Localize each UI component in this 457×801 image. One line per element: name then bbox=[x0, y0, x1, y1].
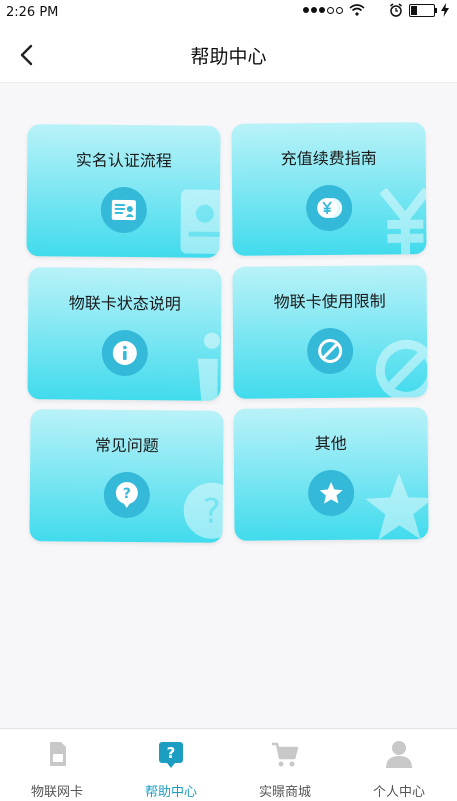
signal-icon bbox=[303, 6, 343, 14]
bottom-tab-bar: 物联网卡 ? 帮助中心 实暻商城 个人中心 bbox=[0, 728, 457, 801]
prohibited-watermark-icon bbox=[375, 339, 428, 399]
question-bubble-icon: ? bbox=[115, 481, 138, 508]
certificate-icon bbox=[111, 199, 136, 221]
tab-shop[interactable]: 实暻商城 bbox=[228, 729, 342, 801]
charging-icon bbox=[441, 3, 449, 17]
cart-icon bbox=[272, 742, 299, 767]
yen-coin-icon bbox=[317, 197, 343, 219]
star-watermark-icon bbox=[365, 473, 429, 540]
card-title: 物联卡状态说明 bbox=[68, 293, 181, 314]
help-icon: ? bbox=[159, 742, 183, 768]
alarm-icon bbox=[390, 3, 402, 17]
card-faq[interactable]: ? 常见问题 ? bbox=[29, 409, 224, 543]
card-title: 常见问题 bbox=[94, 435, 159, 456]
card-iot-card-restrictions[interactable]: 物联卡使用限制 bbox=[232, 265, 428, 399]
tab-label: 物联网卡 bbox=[30, 785, 83, 800]
card-title: 充值续费指南 bbox=[280, 148, 377, 169]
card-iot-card-status[interactable]: 物联卡状态说明 bbox=[27, 267, 222, 401]
yen-watermark-icon bbox=[379, 188, 427, 256]
card-icon-badge bbox=[306, 327, 354, 375]
card-title: 实名认证流程 bbox=[75, 150, 172, 171]
info-watermark-icon bbox=[197, 332, 220, 401]
card-icon-badge bbox=[305, 184, 353, 232]
svg-text:?: ? bbox=[167, 744, 176, 762]
card-recharge-guide[interactable]: 充值续费指南 bbox=[231, 122, 427, 256]
question-watermark-icon: ? bbox=[183, 482, 224, 539]
tab-label: 帮助中心 bbox=[144, 785, 197, 800]
card-real-name-verification[interactable]: 实名认证流程 bbox=[26, 124, 221, 258]
tab-label: 个人中心 bbox=[372, 785, 425, 800]
card-icon-badge bbox=[101, 329, 148, 377]
status-time: 2:26 PM bbox=[6, 5, 59, 20]
header: 帮助中心 bbox=[0, 26, 457, 83]
status-icons bbox=[303, 3, 449, 17]
card-icon-badge bbox=[100, 186, 147, 234]
battery-icon bbox=[409, 3, 437, 17]
tab-profile[interactable]: 个人中心 bbox=[342, 729, 456, 801]
card-icon-badge bbox=[307, 469, 355, 517]
tab-help-center[interactable]: ? 帮助中心 bbox=[114, 729, 228, 801]
status-bar: 2:26 PM bbox=[0, 0, 457, 26]
wifi-icon bbox=[349, 4, 365, 16]
prohibited-icon bbox=[318, 338, 343, 363]
person-icon bbox=[386, 741, 412, 768]
info-icon bbox=[112, 340, 137, 365]
svg-text:?: ? bbox=[202, 492, 220, 532]
card-other[interactable]: 其他 bbox=[233, 407, 429, 541]
card-title: 物联卡使用限制 bbox=[273, 291, 386, 312]
card-title: 其他 bbox=[314, 433, 347, 454]
certificate-watermark-icon bbox=[180, 189, 221, 254]
tab-label: 实暻商城 bbox=[258, 785, 311, 800]
sim-card-icon bbox=[50, 742, 66, 766]
page-title: 帮助中心 bbox=[190, 46, 267, 68]
card-icon-badge: ? bbox=[103, 471, 150, 519]
star-icon bbox=[319, 481, 343, 504]
svg-text:?: ? bbox=[122, 486, 130, 502]
tab-iot-cards[interactable]: 物联网卡 bbox=[0, 729, 114, 801]
